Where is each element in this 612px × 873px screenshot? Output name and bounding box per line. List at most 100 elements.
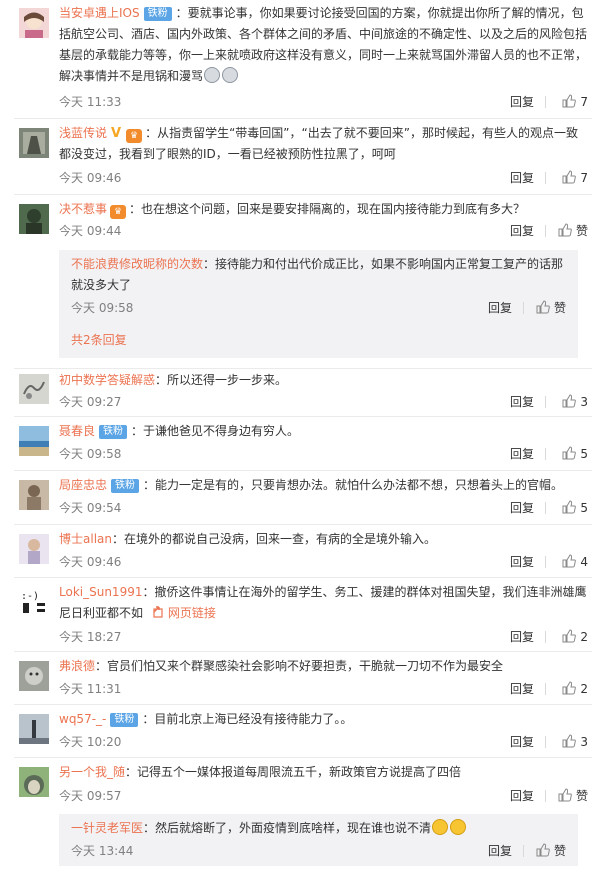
comment-meta: 今天 10:20 回复 3 xyxy=(59,732,588,752)
sub-reply-box: 一针灵老军医：然后就熔断了，外面疫情到底啥样，现在谁也说不清 今天 13:44 … xyxy=(59,814,578,866)
comment-text: Loki_Sun1991：撤侨这件事情让在海外的留学生、务工、援建的群体对祖国失… xyxy=(59,582,588,624)
comment-content: ：官员们怕又来个群聚感染社会影响不好要担责，干脆就一刀切不作为最安全 xyxy=(95,659,504,673)
username-link[interactable]: 弗浪德 xyxy=(59,659,95,673)
like-button[interactable]: 赞 xyxy=(556,221,588,241)
divider xyxy=(14,651,592,652)
reply-button[interactable]: 回复 xyxy=(488,841,512,861)
timestamp: 今天 09:46 xyxy=(59,555,122,569)
reply-button[interactable]: 回复 xyxy=(510,679,534,699)
fan-badge: 铁粉 xyxy=(110,713,139,727)
username-link[interactable]: 博士allan xyxy=(59,532,112,546)
like-button[interactable]: 赞 xyxy=(534,298,566,318)
reply-button[interactable]: 回复 xyxy=(510,498,534,518)
avatar[interactable] xyxy=(19,374,49,404)
divider xyxy=(545,225,546,237)
timestamp: 今天 13:44 xyxy=(71,844,134,858)
divider xyxy=(545,556,546,568)
divider xyxy=(545,683,546,695)
avatar[interactable] xyxy=(19,534,49,564)
like-button[interactable]: 赞 xyxy=(556,786,588,806)
comment-meta: 今天 09:27 回复 3 xyxy=(59,392,588,412)
reply-button[interactable]: 回复 xyxy=(510,786,534,806)
like-button[interactable]: 5 xyxy=(556,444,588,464)
medal-icon: ♛ xyxy=(126,129,143,143)
comment-meta: 今天 09:54 回复 5 xyxy=(59,498,588,518)
avatar[interactable] xyxy=(19,714,49,744)
comment-item: 初中数学答疑解惑：所以还得一步一步来。 今天 09:27 回复 3 xyxy=(0,368,612,416)
reply-button[interactable]: 回复 xyxy=(510,552,534,572)
avatar[interactable] xyxy=(19,767,49,797)
sub-reply-box: 不能浪费修改昵称的次数：接待能力和付出代价成正比，如果不影响国内正常复工复产的话… xyxy=(59,250,578,358)
reply-button[interactable]: 回复 xyxy=(510,732,534,752)
like-button[interactable]: 3 xyxy=(556,732,588,752)
sub-reply-meta: 今天 09:58 回复 赞 xyxy=(71,298,566,318)
fan-badge: 铁粉 xyxy=(99,425,128,439)
reply-button[interactable]: 回复 xyxy=(510,168,534,188)
divider xyxy=(14,577,592,578)
reply-button[interactable]: 回复 xyxy=(510,392,534,412)
like-button[interactable]: 2 xyxy=(556,627,588,647)
username-link[interactable]: 初中数学答疑解惑 xyxy=(59,373,155,387)
like-button[interactable]: 3 xyxy=(556,392,588,412)
timestamp: 今天 09:58 xyxy=(59,447,122,461)
sub-reply-text: 一针灵老军医：然后就熔断了，外面疫情到底啥样，现在谁也说不清 xyxy=(71,818,566,839)
like-button[interactable]: 2 xyxy=(556,679,588,699)
comment-text: 局座忠忠 铁粉 ：能力一定是有的，只要肯想办法。就怕什么办法都不想，只想着头上的官帽… xyxy=(59,475,588,496)
divider xyxy=(523,302,524,314)
comment-item: 聂春良 铁粉 ：于谦他爸见不得身边有穷人。 今天 09:58 回复 5 xyxy=(0,418,612,470)
reply-button[interactable]: 回复 xyxy=(510,627,534,647)
thumbs-up-icon xyxy=(536,843,550,857)
like-button[interactable]: 7 xyxy=(556,92,588,112)
comment-text: wq57-_- 铁粉 ：目前北京上海已经没有接待能力了。。 xyxy=(59,709,588,730)
avatar[interactable] xyxy=(19,128,49,158)
emoji-icon xyxy=(204,67,221,83)
comment-item: 当安卓遇上IOS 铁粉 ：要就事论事，你如果要讨论接受回国的方案，你就提出你所了解的… xyxy=(0,0,612,118)
username-link[interactable]: wq57-_- xyxy=(59,712,106,726)
comment-item: 博士allan：在境外的都说自己没病，回来一查，有病的全是境外输入。 今天 09… xyxy=(0,526,612,578)
reply-button[interactable]: 回复 xyxy=(488,298,512,318)
link-icon xyxy=(153,606,163,618)
username-link[interactable]: 决不惹事 xyxy=(59,202,107,216)
divider xyxy=(545,96,546,108)
avatar[interactable]: :-) xyxy=(19,587,49,617)
avatar[interactable] xyxy=(19,204,49,234)
thumbs-up-icon xyxy=(562,734,577,748)
reply-button[interactable]: 回复 xyxy=(510,444,534,464)
username-link[interactable]: Loki_Sun1991 xyxy=(59,585,142,599)
timestamp: 今天 09:58 xyxy=(71,301,134,315)
username-link[interactable]: 局座忠忠 xyxy=(59,478,107,492)
reply-button[interactable]: 回复 xyxy=(510,221,534,241)
thumbs-up-icon xyxy=(562,446,577,460)
thumbs-up-icon xyxy=(562,554,577,568)
like-count: 3 xyxy=(580,735,588,749)
like-button[interactable]: 7 xyxy=(556,168,588,188)
avatar[interactable] xyxy=(19,480,49,510)
username-link[interactable]: 另一个我_随 xyxy=(59,765,125,779)
thumbs-up-icon xyxy=(562,94,577,108)
avatar[interactable] xyxy=(19,8,49,38)
like-button[interactable]: 5 xyxy=(556,498,588,518)
avatar[interactable] xyxy=(19,661,49,691)
timestamp: 今天 11:31 xyxy=(59,682,122,696)
username-link[interactable]: 一针灵老军医 xyxy=(71,821,143,835)
comment-meta: 今天 09:46 回复 7 xyxy=(59,168,588,188)
username-link[interactable]: 浅蓝传说 xyxy=(59,126,107,140)
comment-text: 初中数学答疑解惑：所以还得一步一步来。 xyxy=(59,370,588,391)
reply-button[interactable]: 回复 xyxy=(510,92,534,112)
like-button[interactable]: 赞 xyxy=(534,841,566,861)
timestamp: 今天 09:54 xyxy=(59,501,122,515)
web-link[interactable]: 网页链接 xyxy=(147,606,216,620)
username-link[interactable]: 当安卓遇上IOS xyxy=(59,6,140,20)
comment-item: 决不惹事 ♛ ：也在想这个问题，回来是要安排隔离的，现在国内接待能力到底有多大？ 今… xyxy=(0,194,612,362)
username-link[interactable]: 聂春良 xyxy=(59,424,95,438)
username-link[interactable]: 不能浪费修改昵称的次数 xyxy=(71,257,203,271)
more-replies-link[interactable]: 共2条回复 xyxy=(71,330,127,350)
like-button[interactable]: 4 xyxy=(556,552,588,572)
divider xyxy=(14,704,592,705)
comment-meta: 今天 09:57 回复 赞 xyxy=(59,786,588,806)
comment-meta: 今天 18:27 回复 2 xyxy=(59,627,588,647)
avatar[interactable] xyxy=(19,426,49,456)
divider xyxy=(545,502,546,514)
divider xyxy=(545,736,546,748)
comment-content: ：目前北京上海已经没有接待能力了。。 xyxy=(142,712,353,726)
